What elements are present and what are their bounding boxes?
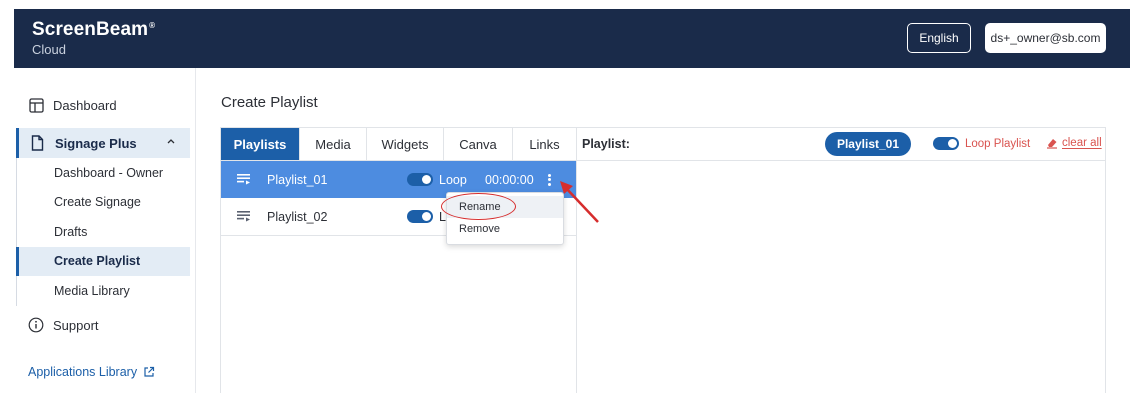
applications-library-label: Applications Library xyxy=(28,365,138,379)
playlist-editor-header: Playlist: Playlist_01 Loop Playlist clea… xyxy=(576,128,1105,161)
document-icon xyxy=(31,135,46,151)
loop-toggle[interactable] xyxy=(407,173,433,186)
external-link-icon xyxy=(144,366,155,377)
sidebar-sub-list: Dashboard - Owner Create Signage Drafts … xyxy=(16,158,190,306)
user-account-button[interactable]: ds+_owner@sb.com xyxy=(985,23,1106,53)
playlist-label: Playlist: xyxy=(582,137,630,151)
playlist-name: Playlist_02 xyxy=(267,209,328,224)
applications-library-link[interactable]: Applications Library xyxy=(28,365,155,379)
eraser-icon xyxy=(1047,139,1057,149)
playlist-editor-panel: Playlist: Playlist_01 Loop Playlist clea… xyxy=(576,127,1106,393)
sidebar-item-create-signage[interactable]: Create Signage xyxy=(17,188,190,218)
registered-mark: ® xyxy=(149,21,156,30)
library-panel: Playlists Media Widgets Canva Links Play… xyxy=(220,127,577,393)
clear-all-label: clear all xyxy=(1062,137,1102,149)
loop-label: Loop xyxy=(439,172,467,187)
loop-playlist-toggle[interactable] xyxy=(933,137,959,150)
sidebar-item-dashboard[interactable]: Dashboard xyxy=(28,97,117,113)
loop-playlist-label: Loop Playlist xyxy=(965,137,1031,150)
top-bar: ScreenBeam® Cloud English ds+_owner@sb.c… xyxy=(14,9,1130,68)
sidebar-item-create-playlist[interactable]: Create Playlist xyxy=(16,246,190,276)
playlist-duration: 00:00:00 xyxy=(485,172,534,187)
sidebar-item-label: Dashboard xyxy=(53,97,117,113)
current-playlist-badge[interactable]: Playlist_01 xyxy=(825,132,911,156)
annotation-circle xyxy=(441,193,516,220)
language-button[interactable]: English xyxy=(907,23,971,53)
sidebar-item-support[interactable]: Support xyxy=(28,317,99,333)
library-tabs: Playlists Media Widgets Canva Links xyxy=(221,128,576,161)
brand-logo[interactable]: ScreenBeam® Cloud xyxy=(32,19,155,57)
sidebar: Dashboard Signage Plus Dashboard - Owner… xyxy=(14,68,196,393)
tab-media[interactable]: Media xyxy=(300,128,367,160)
tab-canva[interactable]: Canva xyxy=(444,128,513,160)
remove-menu-item[interactable]: Remove xyxy=(447,218,563,240)
sidebar-item-media-library[interactable]: Media Library xyxy=(17,276,190,306)
sidebar-group-signage-plus: Signage Plus Dashboard - Owner Create Si… xyxy=(16,128,190,306)
sidebar-item-dashboard-owner[interactable]: Dashboard - Owner xyxy=(17,158,190,188)
clear-all-button[interactable]: clear all xyxy=(1046,137,1102,149)
info-icon xyxy=(28,317,44,333)
playlist-icon xyxy=(237,174,250,185)
loop-playlist-toggle-group[interactable]: Loop Playlist xyxy=(933,137,1030,150)
tab-playlists[interactable]: Playlists xyxy=(221,128,300,160)
sidebar-item-drafts[interactable]: Drafts xyxy=(17,217,190,247)
brand-subtitle: Cloud xyxy=(32,42,66,57)
brand-name: ScreenBeam xyxy=(32,19,149,40)
tab-links[interactable]: Links xyxy=(513,128,576,160)
sidebar-group-label: Signage Plus xyxy=(55,135,137,151)
playlist-name: Playlist_01 xyxy=(267,172,328,187)
sidebar-item-signage-plus[interactable]: Signage Plus xyxy=(16,128,190,158)
loop-toggle[interactable] xyxy=(407,210,433,223)
more-options-icon[interactable] xyxy=(545,173,553,187)
chevron-up-icon[interactable] xyxy=(166,136,176,146)
page-title: Create Playlist xyxy=(221,94,318,111)
sidebar-item-label: Support xyxy=(53,317,99,333)
playlist-icon xyxy=(237,211,250,222)
tab-widgets[interactable]: Widgets xyxy=(367,128,444,160)
dashboard-icon xyxy=(28,97,44,113)
